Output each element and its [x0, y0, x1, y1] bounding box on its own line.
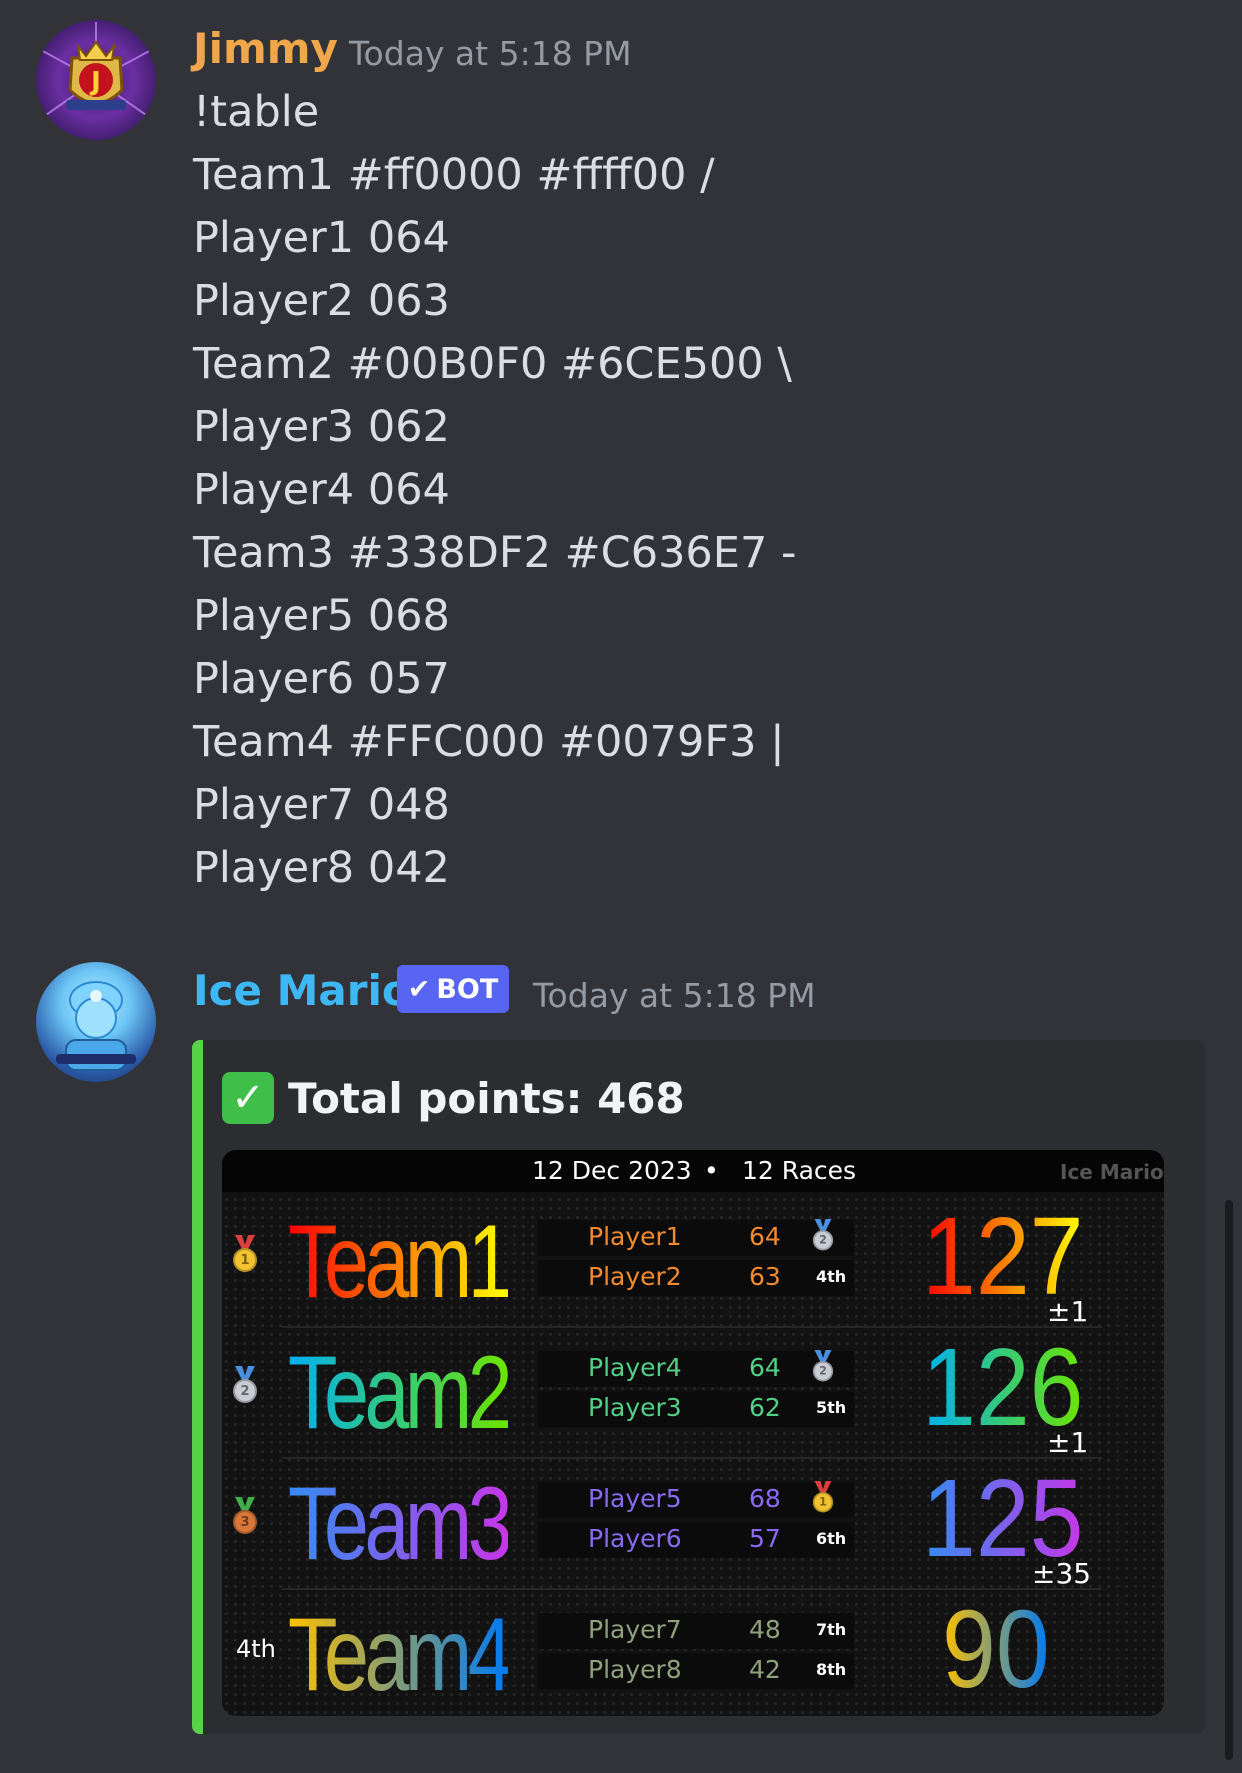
message-line: Team3 #338DF2 #C636E7 -: [193, 528, 797, 578]
table-separator: •: [704, 1156, 719, 1185]
message-line: Team1 #ff0000 #ffff00 /: [193, 150, 715, 200]
avatar-ice-mario[interactable]: [36, 962, 156, 1082]
embed-title: ✓ Total points: 468: [222, 1072, 685, 1124]
player-medal-icon: 2: [812, 1219, 834, 1253]
player-score: 64: [749, 1353, 781, 1382]
message-line: Player5 068: [193, 591, 450, 641]
table-header: 12 Dec 2023 • 12 Races Ice Mario: [222, 1150, 1164, 1192]
medal-1-icon: 1: [232, 1235, 258, 1275]
player-position: 6th: [816, 1529, 847, 1548]
player-score: 63: [749, 1262, 781, 1291]
message-line: Player1 064: [193, 213, 450, 263]
player-name: Player6: [588, 1524, 682, 1553]
team-diff: ±1: [1047, 1295, 1089, 1328]
table-races: 12 Races: [742, 1156, 857, 1185]
team-name: Team4: [288, 1593, 513, 1716]
timestamp: Today at 5:18 PM: [349, 34, 632, 73]
table-date: 12 Dec 2023: [532, 1156, 692, 1185]
embed: ✓ Total points: 468 12 Dec 2023 • 12 Rac…: [192, 1040, 1205, 1734]
player-medal-icon: 2: [812, 1350, 834, 1384]
player-name: Player8: [588, 1655, 682, 1684]
medal-3-icon: 3: [232, 1497, 258, 1537]
timestamp: Today at 5:18 PM: [533, 976, 816, 1015]
bot-badge-label: BOT: [436, 973, 499, 1005]
player-row: [538, 1482, 854, 1518]
team-row: 3 Team3 Player5 68 1 Player6 57 6th 125 ±35: [222, 1462, 1164, 1593]
table-watermark: Ice Mario: [1060, 1160, 1164, 1184]
player-score: 68: [749, 1484, 781, 1513]
player-position: 8th: [816, 1660, 847, 1679]
ice-mario-icon: [56, 981, 136, 1071]
scrollbar[interactable]: [1225, 1200, 1233, 1760]
message-line: Player4 064: [193, 465, 450, 515]
medal-2-icon: 2: [232, 1366, 258, 1406]
team-total: 90: [942, 1588, 1050, 1711]
results-table-image[interactable]: 12 Dec 2023 • 12 Races Ice Mario 1 Team1 P…: [222, 1150, 1164, 1716]
player-score: 64: [749, 1222, 781, 1251]
message-line: Player3 062: [193, 402, 450, 452]
player-name: Player5: [588, 1484, 682, 1513]
player-score: 42: [749, 1655, 781, 1684]
team-row: 4th Team4 Player7 48 7th Player8 42 8th 90: [222, 1593, 1164, 1716]
message-line: Player8 042: [193, 843, 450, 893]
jimmy-logo-icon: J: [40, 22, 152, 116]
team-name: Team1: [288, 1200, 513, 1324]
bot-badge: ✔ BOT: [397, 965, 509, 1013]
embed-accent-bar: [192, 1040, 203, 1734]
username-jimmy[interactable]: Jimmy: [193, 24, 338, 73]
player-row: [538, 1220, 854, 1256]
player-score: 48: [749, 1615, 781, 1644]
check-mark-icon: ✓: [222, 1072, 274, 1124]
player-row: [538, 1522, 854, 1558]
player-row: [538, 1653, 854, 1689]
player-row: [538, 1351, 854, 1387]
team-diff: ±35: [1032, 1557, 1092, 1590]
team-name: Team2: [288, 1331, 513, 1455]
message-line: Player7 048: [193, 780, 450, 830]
player-name: Player1: [588, 1222, 682, 1251]
username-ice-mario[interactable]: Ice Mario: [193, 966, 411, 1015]
message-line: !table: [193, 87, 320, 137]
embed-title-text: Total points: 468: [288, 1073, 685, 1123]
svg-text:J: J: [89, 67, 101, 97]
message-line: Team2 #00B0F0 #6CE500 \: [193, 339, 792, 389]
player-medal-icon: 1: [812, 1481, 834, 1515]
player-position: 4th: [816, 1267, 847, 1286]
player-position: 7th: [816, 1620, 847, 1639]
message-line: Team4 #FFC000 #0079F3 |: [193, 717, 785, 767]
message-line: Player6 057: [193, 654, 450, 704]
team-name: Team3: [288, 1462, 513, 1586]
player-position: 5th: [816, 1398, 847, 1417]
player-name: Player4: [588, 1353, 682, 1382]
team-row: 1 Team1 Player1 64 2 Player2 63 4th 127 ±1: [222, 1200, 1164, 1331]
player-name: Player2: [588, 1262, 682, 1291]
player-row: [538, 1613, 854, 1649]
player-row: [538, 1391, 854, 1427]
team-row: 2 Team2 Player4 64 2 Player3 62 5th 126 ±1: [222, 1331, 1164, 1462]
player-name: Player3: [588, 1393, 682, 1422]
verified-check-icon: ✔: [407, 973, 431, 1005]
team-diff: ±1: [1047, 1426, 1089, 1459]
avatar-jimmy[interactable]: J: [36, 20, 156, 140]
player-name: Player7: [588, 1615, 682, 1644]
player-score: 62: [749, 1393, 781, 1422]
player-score: 57: [749, 1524, 781, 1553]
message-line: Player2 063: [193, 276, 450, 326]
player-row: [538, 1260, 854, 1296]
team-rank-label: 4th: [236, 1635, 276, 1663]
